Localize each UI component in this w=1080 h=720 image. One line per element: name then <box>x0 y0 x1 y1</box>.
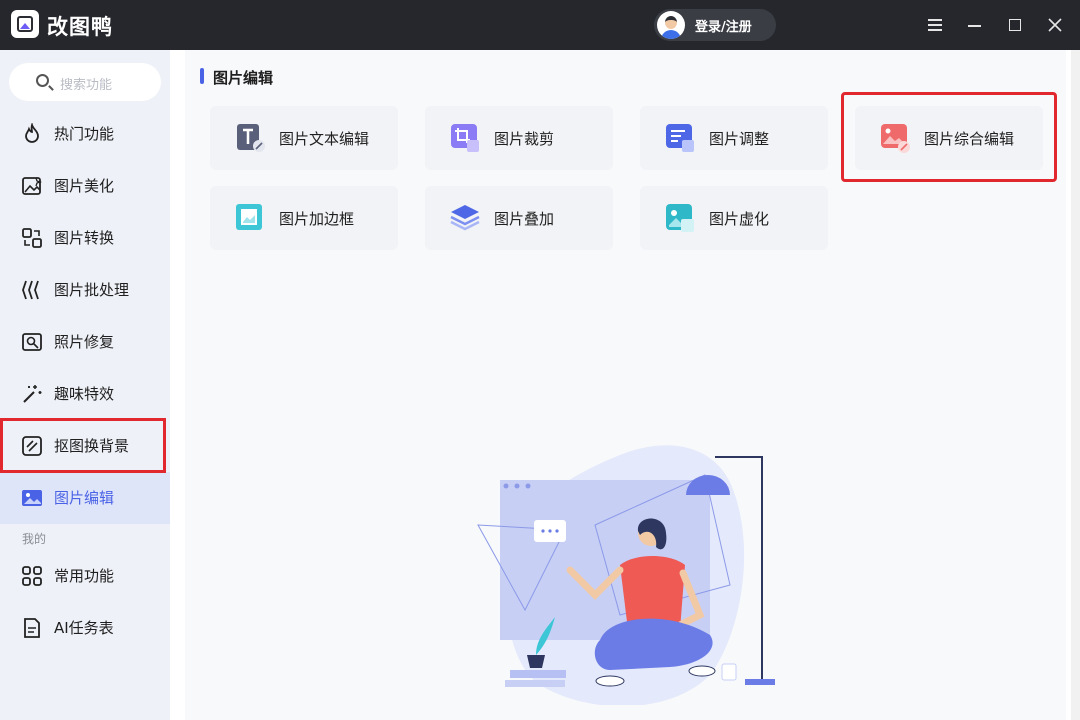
search-placeholder: 搜索功能 <box>60 78 113 93</box>
login-button[interactable]: 登录/注册 <box>654 9 776 41</box>
scrollbar[interactable] <box>1071 50 1080 720</box>
convert-icon <box>22 228 42 248</box>
tool-card-label: 图片裁剪 <box>494 130 555 148</box>
image-edit-icon <box>22 490 42 506</box>
app-title: 改图鸭 <box>47 15 113 39</box>
magic-wand-icon <box>23 385 42 403</box>
empty-state-illustration <box>477 445 775 705</box>
sidebar-item-label: 常用功能 <box>54 567 115 585</box>
batch-icon <box>22 280 39 300</box>
section-title-accent <box>200 68 204 84</box>
tool-card-label: 图片加边框 <box>279 210 355 228</box>
overlay-icon <box>450 205 480 231</box>
tool-card-label: 图片虚化 <box>709 210 770 228</box>
highlight-box <box>841 92 1057 182</box>
section-title: 图片编辑 <box>213 69 274 87</box>
app-logo-icon <box>11 10 39 38</box>
tool-card-adjust[interactable]: 图片调整 <box>640 106 828 170</box>
tool-card-label: 图片叠加 <box>494 210 555 228</box>
sidebar-item-batch[interactable]: 图片批处理 <box>0 264 170 316</box>
tool-card-text-edit[interactable]: 图片文本编辑 <box>210 106 398 170</box>
flame-icon <box>25 123 39 143</box>
text-edit-icon <box>237 124 265 152</box>
section-label-mine: 我的 <box>22 532 47 546</box>
search-icon <box>36 74 49 87</box>
tool-card-overlay[interactable]: 图片叠加 <box>425 186 613 250</box>
search-input[interactable]: 搜索功能 <box>9 63 161 101</box>
close-icon[interactable] <box>1043 13 1067 37</box>
sidebar-item-effects[interactable]: 趣味特效 <box>0 368 170 420</box>
sidebar-item-label: 图片编辑 <box>54 489 115 507</box>
login-label: 登录/注册 <box>695 20 752 35</box>
sidebar-item-beautify[interactable]: 图片美化 <box>0 160 170 212</box>
sidebar-item-image-edit[interactable]: 图片编辑 <box>0 472 170 524</box>
tool-card-crop[interactable]: 图片裁剪 <box>425 106 613 170</box>
document-icon <box>24 618 40 638</box>
sidebar-item-label: 图片美化 <box>54 177 115 195</box>
grid-icon <box>22 566 42 586</box>
tool-card-border[interactable]: 图片加边框 <box>210 186 398 250</box>
sidebar: 搜索功能 热门功能 图片美化 图片转换 图片批处理 照片修复 趣味特效 抠图换背… <box>0 50 170 720</box>
maximize-icon[interactable] <box>1003 13 1027 37</box>
tool-card-label: 图片文本编辑 <box>279 130 370 148</box>
sidebar-item-label: 趣味特效 <box>54 385 115 403</box>
sidebar-item-common[interactable]: 常用功能 <box>0 550 170 602</box>
photo-repair-icon <box>22 333 42 351</box>
menu-icon[interactable] <box>923 13 947 37</box>
adjust-icon <box>666 124 694 152</box>
sidebar-item-label: 图片批处理 <box>54 281 130 299</box>
image-sparkle-icon <box>22 177 43 195</box>
sidebar-item-label: 照片修复 <box>54 333 115 351</box>
crop-icon <box>451 124 479 152</box>
title-bar: 改图鸭 登录/注册 <box>0 0 1080 50</box>
sidebar-item-convert[interactable]: 图片转换 <box>0 212 170 264</box>
avatar <box>657 11 685 39</box>
tool-card-label: 图片调整 <box>709 130 770 148</box>
sidebar-item-hot[interactable]: 热门功能 <box>0 108 170 160</box>
active-item-highlight <box>0 418 166 473</box>
blur-icon <box>666 204 694 232</box>
sidebar-item-label: 图片转换 <box>54 229 115 247</box>
sidebar-item-repair[interactable]: 照片修复 <box>0 316 170 368</box>
sidebar-item-label: 热门功能 <box>54 125 115 143</box>
tool-card-blur[interactable]: 图片虚化 <box>640 186 828 250</box>
border-icon <box>236 204 262 230</box>
sidebar-item-label: AI任务表 <box>54 619 114 637</box>
minimize-icon[interactable] <box>963 13 987 37</box>
sidebar-item-ai-tasks[interactable]: AI任务表 <box>0 602 170 654</box>
